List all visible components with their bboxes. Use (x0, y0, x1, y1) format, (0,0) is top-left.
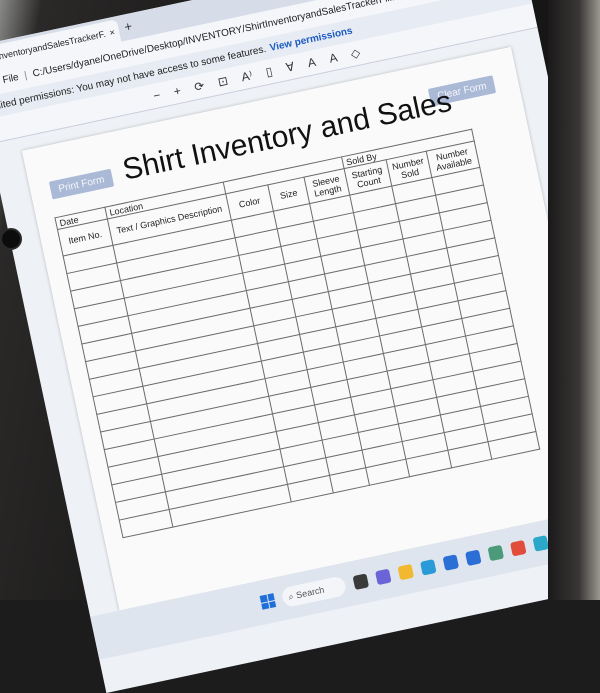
close-icon[interactable]: × (104, 26, 120, 39)
file-label: File (2, 71, 20, 85)
zoom-out-button[interactable]: − (152, 88, 162, 103)
chrome-icon[interactable] (510, 540, 527, 557)
laptop-screen: ShirtInventoryandSalesTrackerF... × + i … (0, 0, 600, 634)
webcam (0, 228, 22, 250)
new-tab-button[interactable]: + (123, 18, 134, 34)
search-label: Search (295, 585, 325, 601)
browser-window: ShirtInventoryandSalesTrackerF... × + i … (0, 0, 600, 693)
file-explorer-icon[interactable] (398, 564, 415, 581)
zoom-in-button[interactable]: + (172, 84, 182, 99)
chat-icon[interactable] (375, 569, 392, 586)
highlight-icon[interactable]: A (328, 50, 339, 65)
store-icon[interactable] (443, 554, 460, 571)
word-icon[interactable] (465, 549, 482, 566)
address-separator: | (23, 70, 28, 81)
task-view-icon[interactable] (353, 573, 370, 590)
search-icon: ⌕ (287, 591, 294, 603)
photos-icon[interactable] (533, 535, 550, 552)
add-text-icon[interactable]: A (306, 55, 317, 70)
edge-icon[interactable] (420, 559, 437, 576)
page-view-icon[interactable]: ▯ (264, 64, 273, 79)
erase-icon[interactable]: ◇ (349, 45, 361, 61)
teams-icon[interactable] (488, 545, 505, 562)
print-form-button[interactable]: Print Form (49, 169, 114, 200)
inventory-table: Date Location Sold By Item No.Text / Gra… (54, 129, 540, 539)
read-aloud-icon[interactable]: A⁾ (240, 68, 254, 84)
laptop-bezel (548, 0, 600, 600)
draw-icon[interactable]: ∀ (285, 59, 296, 74)
taskbar-search[interactable]: ⌕ Search (280, 575, 347, 608)
fit-page-icon[interactable]: ⊡ (217, 74, 230, 90)
rotate-icon[interactable]: ⟳ (193, 79, 206, 95)
windows-start-icon[interactable] (260, 593, 277, 610)
